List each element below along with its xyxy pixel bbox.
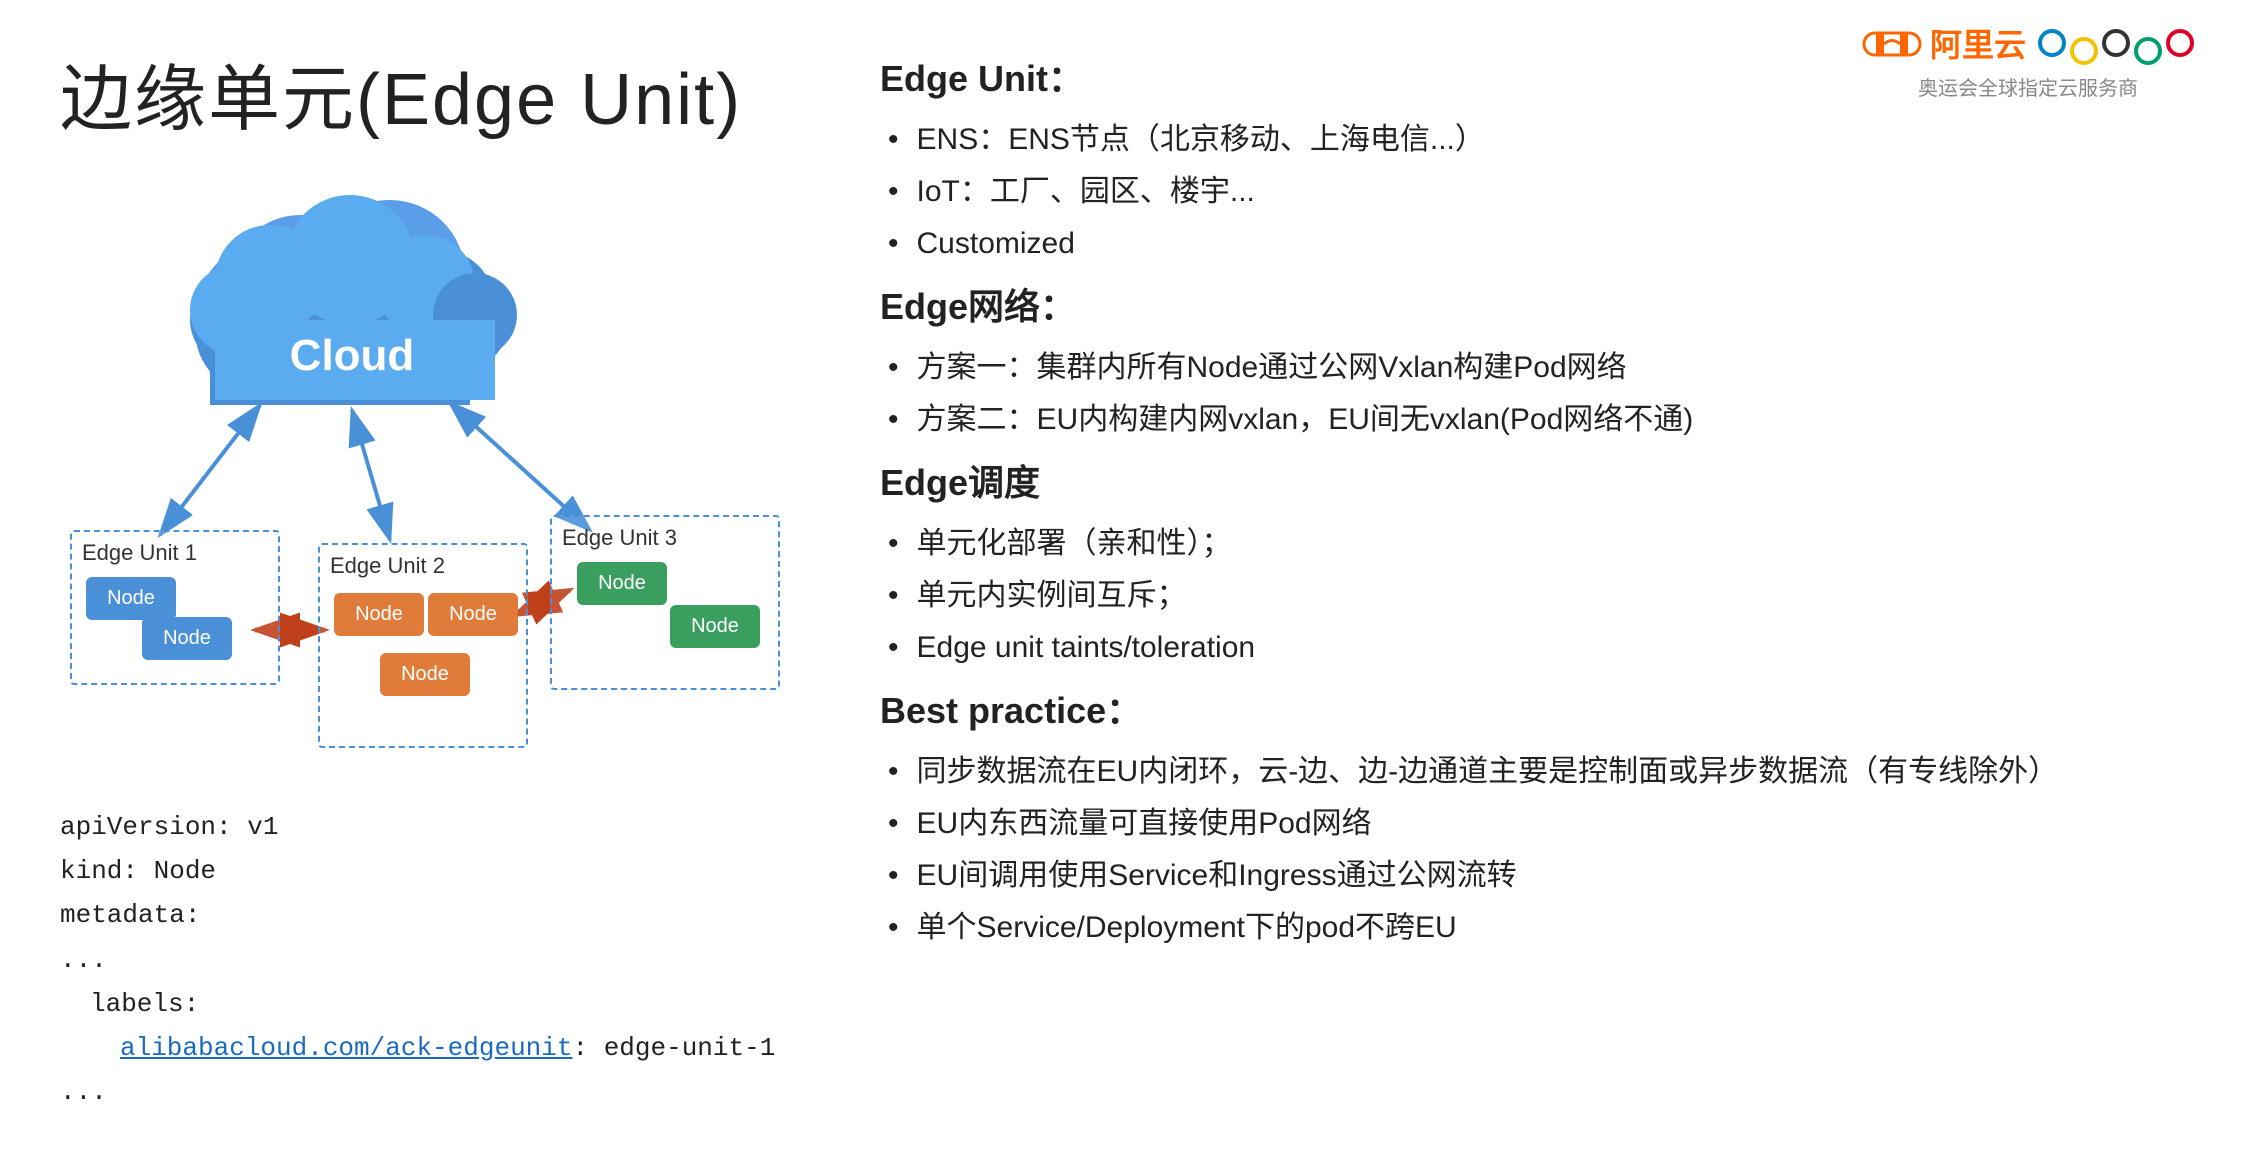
edge-unit-1-box: Edge Unit 1 Node Node: [70, 530, 280, 685]
code-link-part: alibabacloud.com/ack-edgeunit: [120, 1033, 572, 1063]
section4-title: Best practice：: [880, 682, 2184, 734]
diagram-area: Cloud: [60, 175, 800, 795]
code-line7: ...: [60, 1070, 820, 1114]
bullet-1-3: Customized: [880, 220, 2184, 268]
eu2-node1: Node: [334, 593, 424, 636]
logo-area: 阿里云 奥运会全球指定云服务商: [1862, 20, 2194, 101]
eu1-node1: Node: [86, 577, 176, 620]
ring-black: [2102, 29, 2130, 57]
edge-unit-2-box: Edge Unit 2 Node Node Node: [318, 543, 528, 748]
ring-green: [2134, 37, 2162, 65]
eu3-node2: Node: [670, 605, 760, 648]
bullet-2-2: 方案二：EU内构建内网vxlan，EU间无vxlan(Pod网络不通): [880, 396, 2184, 444]
code-line4: ...: [60, 938, 820, 982]
section-edge-schedule: Edge调度 单元化部署（亲和性）； 单元内实例间互斥； Edge unit t…: [880, 454, 2184, 672]
bullet-1-1: ENS：ENS节点（北京移动、上海电信...）: [880, 116, 2184, 164]
svg-text:Cloud: Cloud: [290, 331, 415, 380]
section2-bullets: 方案一：集群内所有Node通过公网Vxlan构建Pod网络 方案二：EU内构建内…: [880, 344, 2184, 444]
right-panel: Edge Unit： ENS：ENS节点（北京移动、上海电信...） IoT：工…: [820, 40, 2184, 1114]
logo-row: 阿里云: [1862, 20, 2194, 66]
bullet-3-2: 单元内实例间互斥；: [880, 572, 2184, 620]
eu1-node2: Node: [142, 617, 232, 660]
bullet-4-2: EU内东西流量可直接使用Pod网络: [880, 800, 2184, 848]
section3-bullets: 单元化部署（亲和性）； 单元内实例间互斥； Edge unit taints/t…: [880, 520, 2184, 672]
eu2-node3: Node: [380, 653, 470, 696]
code-line1: apiVersion: v1: [60, 805, 820, 849]
bullet-4-1: 同步数据流在EU内闭环，云-边、边-边通道主要是控制面或异步数据流（有专线除外）: [880, 748, 2184, 796]
edge-unit-3-label: Edge Unit 3: [562, 525, 677, 551]
bullet-2-1: 方案一：集群内所有Node通过公网Vxlan构建Pod网络: [880, 344, 2184, 392]
eu3-node1: Node: [577, 562, 667, 605]
section3-title: Edge调度: [880, 454, 2184, 506]
logo-subtitle: 奥运会全球指定云服务商: [1918, 72, 2138, 101]
ring-red: [2166, 29, 2194, 57]
edge-unit-1-label: Edge Unit 1: [82, 540, 197, 566]
section-edge-network: Edge网络： 方案一：集群内所有Node通过公网Vxlan构建Pod网络 方案…: [880, 278, 2184, 444]
bullet-3-3: Edge unit taints/toleration: [880, 624, 2184, 672]
page-container: 边缘单元(Edge Unit): [0, 0, 2244, 1154]
bullet-4-3: EU间调用使用Service和Ingress通过公网流转: [880, 852, 2184, 900]
section4-bullets: 同步数据流在EU内闭环，云-边、边-边通道主要是控制面或异步数据流（有专线除外）…: [880, 748, 2184, 952]
olympic-rings: [2038, 21, 2194, 65]
ring-yellow: [2070, 37, 2098, 65]
edge-unit-2-label: Edge Unit 2: [330, 553, 445, 579]
aliyun-text: 阿里云: [1930, 20, 2026, 66]
aliyun-logo-icon: [1862, 23, 1922, 63]
ring-blue: [2038, 29, 2066, 57]
page-title: 边缘单元(Edge Unit): [60, 40, 820, 145]
aliyun-brand: 阿里云: [1862, 20, 2026, 66]
edge-unit-3-box: Edge Unit 3 Node Node: [550, 515, 780, 690]
code-block: apiVersion: v1 kind: Node metadata: ... …: [60, 805, 820, 1114]
code-value-part: : edge-unit-1: [572, 1033, 775, 1063]
code-line3: metadata:: [60, 893, 820, 937]
bullet-1-2: IoT：工厂、园区、楼宇...: [880, 168, 2184, 216]
bullet-3-1: 单元化部署（亲和性）；: [880, 520, 2184, 568]
code-line6: alibabacloud.com/ack-edgeunit: edge-unit…: [60, 1026, 820, 1070]
eu2-node2: Node: [428, 593, 518, 636]
bullet-4-4: 单个Service/Deployment下的pod不跨EU: [880, 904, 2184, 952]
section1-bullets: ENS：ENS节点（北京移动、上海电信...） IoT：工厂、园区、楼宇... …: [880, 116, 2184, 268]
section-best-practice: Best practice： 同步数据流在EU内闭环，云-边、边-边通道主要是控…: [880, 682, 2184, 952]
section2-title: Edge网络：: [880, 278, 2184, 330]
code-line2: kind: Node: [60, 849, 820, 893]
cloud-shape: Cloud: [190, 195, 517, 405]
code-line5: labels:: [60, 982, 820, 1026]
left-panel: 边缘单元(Edge Unit): [60, 40, 820, 1114]
